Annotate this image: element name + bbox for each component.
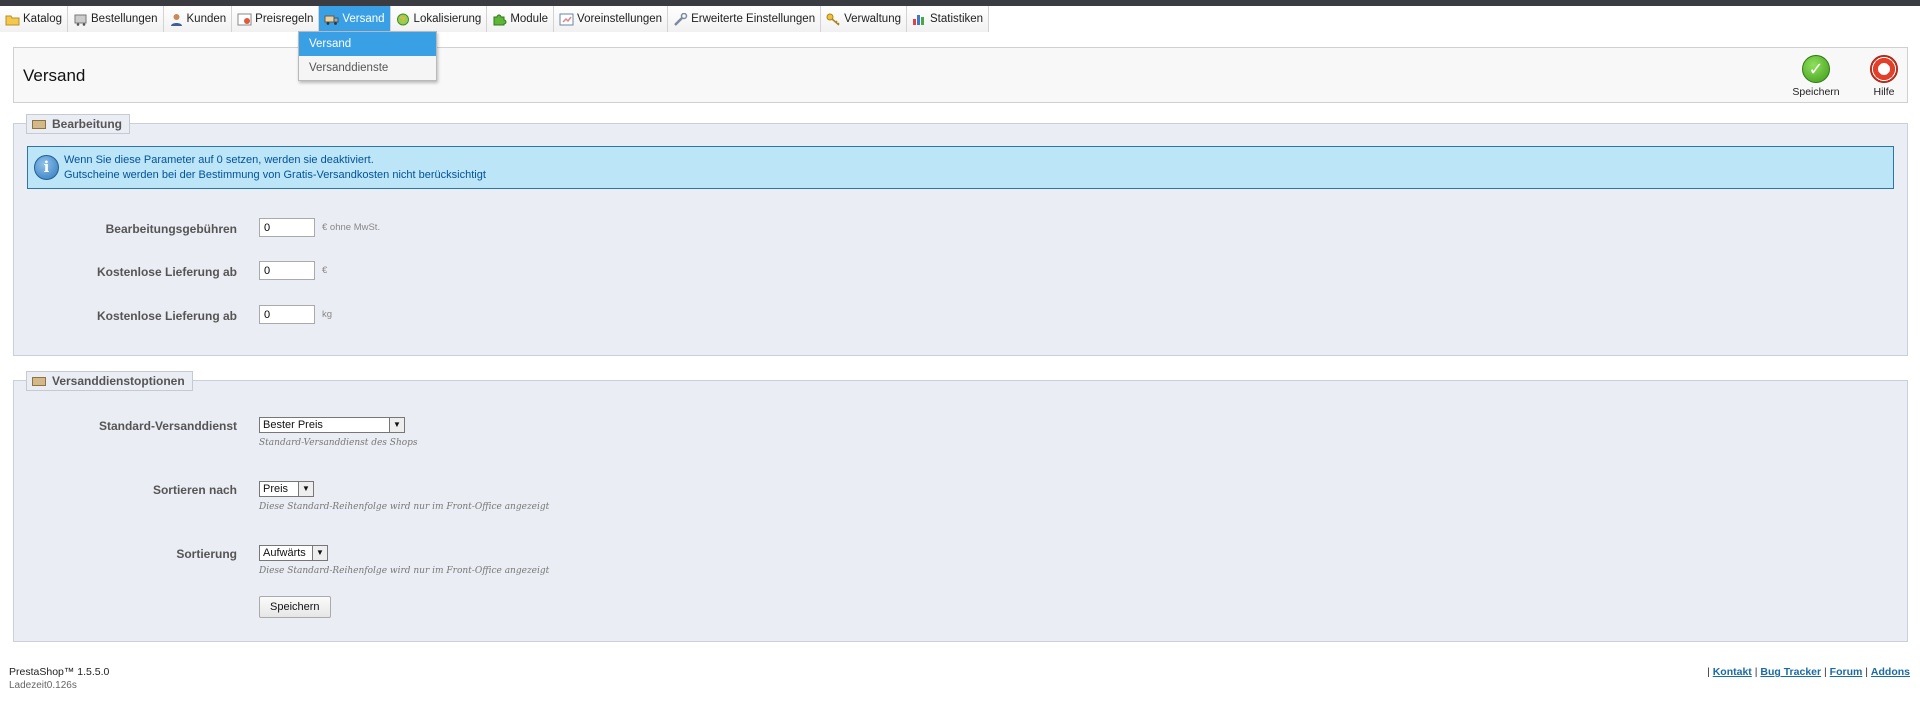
cart-icon bbox=[73, 13, 88, 26]
sort-by-row: Sortieren nach Preis ▼ Diese Standard-Re… bbox=[14, 481, 1907, 521]
footer-info: PrestaShop™ 1.5.5.0 Ladezeit0.126s bbox=[9, 666, 109, 692]
user-icon bbox=[169, 13, 184, 26]
key-icon bbox=[826, 13, 841, 26]
default-carrier-label: Standard-Versanddienst bbox=[98, 419, 237, 433]
menu-item-label: Versand bbox=[342, 13, 385, 25]
handling-legend: Bearbeitung bbox=[26, 114, 131, 134]
menu-item-voreinstellungen[interactable]: Voreinstellungen bbox=[554, 6, 669, 32]
free-shipping-price-unit: € bbox=[322, 265, 328, 276]
sort-order-row: Sortierung Aufwärts ▼ Diese Standard-Rei… bbox=[14, 545, 1907, 585]
sort-order-hint: Diese Standard-Reihenfolge wird nur im F… bbox=[259, 566, 550, 576]
default-carrier-row: Standard-Versanddienst Bester Preis ▼ St… bbox=[14, 417, 1907, 457]
handling-fee-label: Bearbeitungsgebühren bbox=[105, 222, 237, 236]
save-button[interactable]: Speichern bbox=[259, 596, 331, 618]
menu-item-label: Erweiterte Einstellungen bbox=[691, 13, 816, 25]
default-carrier-hint: Standard-Versanddienst des Shops bbox=[259, 438, 418, 448]
version-text: PrestaShop™ 1.5.5.0 bbox=[9, 666, 110, 678]
sort-by-label: Sortieren nach bbox=[152, 483, 237, 497]
save-toolbar-button[interactable]: ✓ Speichern bbox=[1788, 55, 1844, 98]
preferences-icon bbox=[559, 13, 574, 26]
sort-by-hint: Diese Standard-Reihenfolge wird nur im F… bbox=[259, 502, 550, 512]
help-toolbar-label: Hilfe bbox=[1873, 86, 1895, 98]
menu-item-label: Voreinstellungen bbox=[577, 13, 663, 25]
menu-item-lokalisierung[interactable]: Lokalisierung bbox=[390, 6, 488, 32]
menu-item-label: Lokalisierung bbox=[413, 13, 482, 25]
free-shipping-weight-unit: kg bbox=[322, 309, 333, 320]
menu-item-label: Statistiken bbox=[930, 13, 984, 25]
default-carrier-value: Bester Preis bbox=[263, 419, 323, 431]
handling-fieldset: Bearbeitung i Wenn Sie diese Parameter a… bbox=[13, 114, 1908, 356]
menu-item-label: Preisregeln bbox=[255, 13, 314, 25]
menu-item-kunden[interactable]: Kunden bbox=[163, 6, 233, 32]
sort-by-value: Preis bbox=[263, 483, 289, 495]
lifebuoy-icon bbox=[1870, 55, 1898, 83]
sort-order-label: Sortierung bbox=[176, 547, 237, 561]
price-rule-icon bbox=[237, 13, 252, 26]
menu-item-versand[interactable]: Versand bbox=[319, 6, 391, 32]
menu-item-label: Module bbox=[510, 13, 549, 25]
free-shipping-weight-label: Kostenlose Lieferung ab bbox=[96, 309, 237, 323]
dropdown-item-versanddienste[interactable]: Versanddienste bbox=[299, 56, 436, 80]
carrier-options-legend: Versanddienstoptionen bbox=[26, 371, 193, 391]
footer-link-addons[interactable]: Addons bbox=[1871, 666, 1910, 678]
handling-fee-row: Bearbeitungsgebühren € ohne MwSt. bbox=[14, 218, 1907, 240]
free-shipping-price-input[interactable] bbox=[259, 261, 315, 280]
main-menu: Katalog Bestellungen Kunden Preisregeln … bbox=[0, 6, 990, 32]
info-box: i Wenn Sie diese Parameter auf 0 setzen,… bbox=[27, 146, 1894, 189]
save-toolbar-label: Speichern bbox=[1792, 86, 1840, 98]
chevron-down-icon: ▼ bbox=[298, 482, 313, 496]
page-title: Versand bbox=[23, 66, 86, 85]
versand-dropdown-menu: Versand Versanddienste bbox=[298, 31, 437, 81]
load-time-text: Ladezeit0.126s bbox=[9, 680, 77, 691]
carrier-options-legend-text: Versanddienstoptionen bbox=[52, 374, 185, 388]
truck-icon bbox=[32, 376, 46, 386]
chevron-down-icon: ▼ bbox=[312, 546, 327, 560]
puzzle-icon bbox=[492, 13, 507, 26]
handling-legend-text: Bearbeitung bbox=[52, 117, 123, 131]
stats-icon bbox=[912, 13, 927, 26]
help-toolbar-button[interactable]: Hilfe bbox=[1864, 55, 1904, 98]
footer-links: | Kontakt | Bug Tracker | Forum | Addons bbox=[1707, 666, 1910, 678]
menu-item-statistiken[interactable]: Statistiken bbox=[907, 6, 990, 32]
menu-item-label: Kunden bbox=[186, 13, 227, 25]
sort-order-value: Aufwärts bbox=[263, 547, 306, 559]
info-icon: i bbox=[34, 155, 59, 180]
footer-link-forum[interactable]: Forum bbox=[1830, 666, 1863, 678]
free-shipping-weight-input[interactable] bbox=[259, 305, 315, 324]
default-carrier-select[interactable]: Bester Preis ▼ bbox=[259, 417, 405, 433]
footer-link-bug-tracker[interactable]: Bug Tracker bbox=[1760, 666, 1821, 678]
globe-icon bbox=[396, 13, 411, 26]
dropdown-item-versand[interactable]: Versand bbox=[299, 32, 436, 56]
truck-icon bbox=[32, 119, 46, 129]
checkmark-icon: ✓ bbox=[1802, 55, 1830, 83]
wrench-icon bbox=[673, 12, 688, 26]
menu-item-bestellungen[interactable]: Bestellungen bbox=[68, 6, 164, 32]
free-shipping-price-label: Kostenlose Lieferung ab bbox=[96, 265, 237, 279]
handling-fee-unit: € ohne MwSt. bbox=[322, 222, 381, 233]
carrier-options-fieldset: Versanddienstoptionen Standard-Versanddi… bbox=[13, 371, 1908, 642]
folder-icon bbox=[5, 13, 20, 26]
free-shipping-weight-row: Kostenlose Lieferung ab kg bbox=[14, 305, 1907, 327]
menu-item-verwaltung[interactable]: Verwaltung bbox=[821, 6, 907, 32]
menu-item-label: Katalog bbox=[23, 13, 63, 25]
menu-item-erweiterte-einstellungen[interactable]: Erweiterte Einstellungen bbox=[668, 6, 822, 32]
handling-fee-input[interactable] bbox=[259, 218, 315, 237]
chevron-down-icon: ▼ bbox=[389, 418, 404, 432]
footer-link-kontakt[interactable]: Kontakt bbox=[1713, 666, 1752, 678]
truck-icon bbox=[324, 13, 339, 26]
menu-item-module[interactable]: Module bbox=[487, 6, 555, 32]
info-line-1: Wenn Sie diese Parameter auf 0 setzen, w… bbox=[64, 154, 374, 166]
sort-order-select[interactable]: Aufwärts ▼ bbox=[259, 545, 328, 561]
menu-item-katalog[interactable]: Katalog bbox=[0, 6, 69, 32]
free-shipping-price-row: Kostenlose Lieferung ab € bbox=[14, 261, 1907, 283]
menu-item-label: Bestellungen bbox=[91, 13, 158, 25]
menu-item-label: Verwaltung bbox=[844, 13, 901, 25]
sort-by-select[interactable]: Preis ▼ bbox=[259, 481, 314, 497]
menu-item-preisregeln[interactable]: Preisregeln bbox=[232, 6, 320, 32]
info-line-2: Gutscheine werden bei der Bestimmung von… bbox=[64, 169, 486, 181]
